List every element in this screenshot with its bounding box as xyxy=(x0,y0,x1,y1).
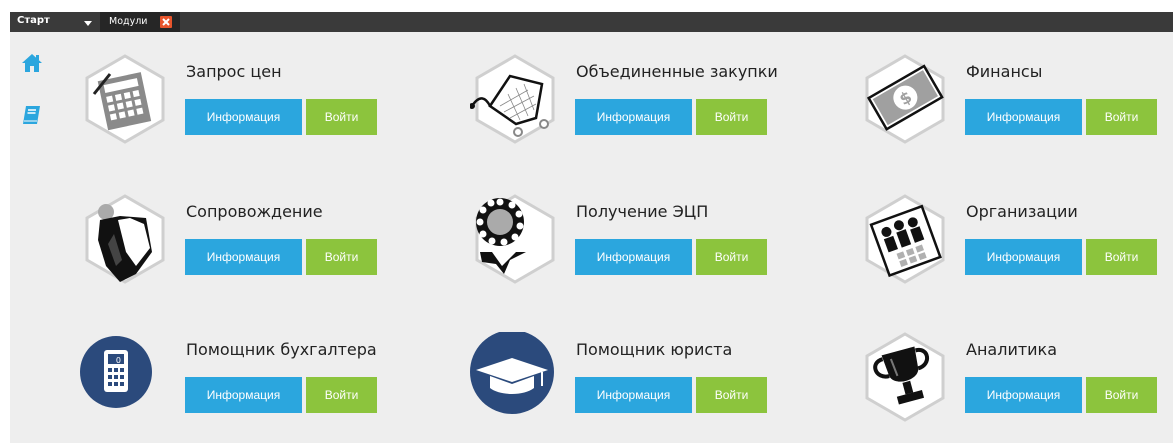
info-button[interactable]: Информация xyxy=(965,377,1082,413)
tab-strip: Старт Модули xyxy=(10,12,1173,32)
close-icon[interactable] xyxy=(160,16,172,28)
money-icon: $ xyxy=(860,54,950,144)
main-content: Запрос цен Информация Войти Объединенные… xyxy=(10,32,1173,443)
module-title: Получение ЭЦП xyxy=(576,202,709,221)
enter-button[interactable]: Войти xyxy=(306,377,377,413)
module-title: Помощник бухгалтера xyxy=(186,340,377,359)
module-support: Сопровождение Информация Войти xyxy=(80,194,460,294)
module-organizations: Организации Информация Войти xyxy=(860,194,1173,294)
enter-button[interactable]: Войти xyxy=(1086,239,1157,275)
start-label[interactable]: Старт xyxy=(17,15,50,26)
module-title: Финансы xyxy=(966,62,1043,81)
book-icon[interactable] xyxy=(21,104,43,126)
tab-modules-label: Модули xyxy=(109,16,148,27)
module-title: Аналитика xyxy=(966,340,1058,359)
tab-modules[interactable]: Модули xyxy=(100,12,180,32)
graduation-cap-icon xyxy=(470,332,560,422)
module-title: Объединенные закупки xyxy=(576,62,778,81)
info-button[interactable]: Информация xyxy=(575,239,692,275)
home-icon[interactable] xyxy=(21,52,43,74)
enter-button[interactable]: Войти xyxy=(696,239,767,275)
info-button[interactable]: Информация xyxy=(185,239,302,275)
enter-button[interactable]: Войти xyxy=(1086,99,1157,135)
module-digital-signature: Получение ЭЦП Информация Войти xyxy=(470,194,850,294)
calculator-icon xyxy=(80,54,170,144)
info-button[interactable]: Информация xyxy=(185,377,302,413)
accountant-calculator-icon: 0 xyxy=(80,332,170,422)
chevron-down-icon[interactable] xyxy=(82,18,94,28)
seal-icon xyxy=(470,194,560,284)
enter-button[interactable]: Войти xyxy=(696,377,767,413)
module-price-request: Запрос цен Информация Войти xyxy=(80,54,460,154)
info-button[interactable]: Информация xyxy=(965,99,1082,135)
info-button[interactable]: Информация xyxy=(575,99,692,135)
enter-button[interactable]: Войти xyxy=(306,99,377,135)
info-button[interactable]: Информация xyxy=(185,99,302,135)
module-finance: $ Финансы Информация Войти xyxy=(860,54,1173,154)
top-bar: Старт Модули xyxy=(0,0,1173,32)
cart-icon xyxy=(470,54,560,144)
module-title: Запрос цен xyxy=(186,62,282,81)
module-lawyer-assistant: Помощник юриста Информация Войти xyxy=(470,332,850,432)
enter-button[interactable]: Войти xyxy=(1086,377,1157,413)
module-title: Организации xyxy=(966,202,1078,221)
enter-button[interactable]: Войти xyxy=(306,239,377,275)
module-analytics: Аналитика Информация Войти xyxy=(860,332,1173,432)
person-icon xyxy=(80,194,170,284)
module-title: Помощник юриста xyxy=(576,340,733,359)
module-title: Сопровождение xyxy=(186,202,323,221)
module-joint-purchases: Объединенные закупки Информация Войти xyxy=(470,54,850,154)
enter-button[interactable]: Войти xyxy=(696,99,767,135)
svg-text:0: 0 xyxy=(116,356,121,365)
info-button[interactable]: Информация xyxy=(575,377,692,413)
info-button[interactable]: Информация xyxy=(965,239,1082,275)
module-accountant-assistant: 0 Помощник бухгалтера Информация Войти xyxy=(80,332,460,432)
organization-icon xyxy=(860,194,950,284)
trophy-icon xyxy=(860,332,950,422)
